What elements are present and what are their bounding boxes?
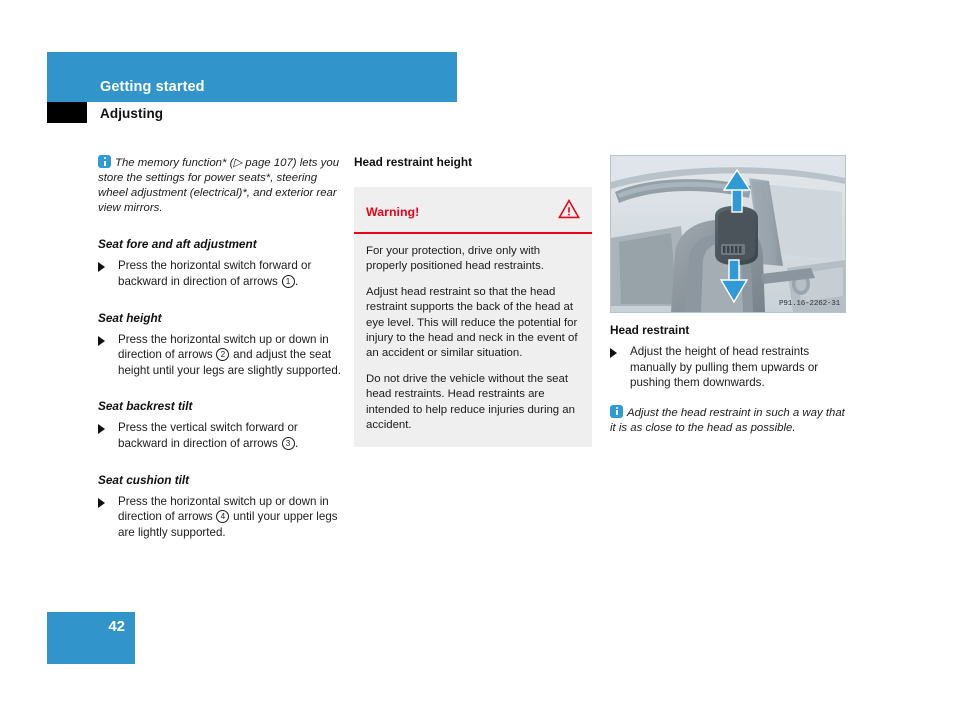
list-item: Adjust the height of head restraints man… bbox=[610, 344, 850, 391]
list-item-text-post: . bbox=[295, 274, 299, 288]
head-restraint-note: Adjust the head restraint in such a way … bbox=[610, 404, 850, 436]
list-item-text: Press the horizontal switch up or down i… bbox=[118, 494, 346, 541]
page-title: Adjusting bbox=[100, 106, 164, 121]
circled-number-3: 3 bbox=[281, 436, 295, 450]
bullet-arrow-icon bbox=[610, 348, 617, 358]
list-item-text: Press the vertical switch forward or bac… bbox=[118, 420, 346, 451]
page-number-box: 42 bbox=[47, 612, 135, 664]
warning-header: Warning! bbox=[354, 187, 592, 234]
circled-number-2: 2 bbox=[216, 348, 230, 362]
heading-seat-height: Seat height bbox=[98, 310, 162, 325]
section-tab-marker bbox=[47, 102, 87, 123]
column-right: P91.16-2262-31 Head restraint Adjust the… bbox=[610, 155, 850, 436]
bullet-arrow-icon bbox=[98, 262, 105, 273]
head-restraint-illustration: P91.16-2262-31 bbox=[610, 155, 846, 313]
warning-body: For your protection, drive only with pro… bbox=[354, 234, 592, 447]
head-restraint-note-text: Adjust the head restraint in such a way … bbox=[610, 406, 845, 434]
list-item: Press the horizontal switch up or down i… bbox=[98, 494, 346, 541]
list-item-text: Press the horizontal switch forward or b… bbox=[118, 258, 346, 289]
list-item: Press the vertical switch forward or bac… bbox=[98, 420, 346, 451]
info-icon bbox=[98, 155, 111, 168]
illustration-caption: Head restraint bbox=[610, 323, 850, 337]
circled-number-4: 4 bbox=[216, 510, 230, 524]
memory-function-note-text: The memory function* (▷ page 107) lets y… bbox=[98, 157, 340, 215]
heading-seat-cushion-tilt: Seat cushion tilt bbox=[98, 472, 190, 487]
warning-paragraph-1: For your protection, drive only with pro… bbox=[366, 245, 544, 273]
column-left: The memory function* (▷ page 107) lets y… bbox=[98, 155, 346, 540]
list-item-text: Adjust the height of head restraints man… bbox=[630, 345, 819, 390]
bullet-arrow-icon bbox=[98, 335, 105, 346]
list-item-text-pre: Press the vertical switch forward or bac… bbox=[118, 421, 298, 450]
warning-paragraph-3: Do not drive the vehicle without the sea… bbox=[366, 372, 575, 432]
warning-box: Warning! For your protection, drive only… bbox=[354, 187, 592, 448]
memory-function-note: The memory function* (▷ page 107) lets y… bbox=[98, 155, 346, 216]
bullet-arrow-icon bbox=[98, 424, 105, 435]
info-icon bbox=[610, 404, 623, 418]
list-item: Press the horizontal switch forward or b… bbox=[98, 258, 346, 289]
warning-paragraph-2: Adjust head restraint so that the head r… bbox=[366, 285, 578, 360]
warning-triangle-icon bbox=[558, 198, 580, 224]
circled-number-1: 1 bbox=[281, 274, 295, 288]
column-middle: Head restraint height Warning! For your … bbox=[354, 155, 594, 448]
list-item: Press the horizontal switch up or down i… bbox=[98, 332, 346, 379]
heading-head-restraint: Head restraint bbox=[610, 323, 690, 337]
bullet-arrow-icon bbox=[98, 497, 105, 508]
page-number: 42 bbox=[108, 618, 125, 635]
heading-seat-backrest-tilt: Seat backrest tilt bbox=[98, 399, 193, 414]
header-band: Getting started bbox=[47, 52, 457, 102]
warning-title: Warning! bbox=[366, 204, 420, 219]
heading-seat-fore-aft: Seat fore and aft adjustment bbox=[98, 237, 257, 252]
heading-head-restraint-height: Head restraint height bbox=[354, 155, 472, 169]
illustration-reference-code: P91.16-2262-31 bbox=[779, 300, 840, 308]
list-item-text: Press the horizontal switch up or down i… bbox=[118, 332, 346, 379]
list-item-text-post: . bbox=[295, 436, 299, 450]
header-band-title: Getting started bbox=[100, 79, 205, 95]
